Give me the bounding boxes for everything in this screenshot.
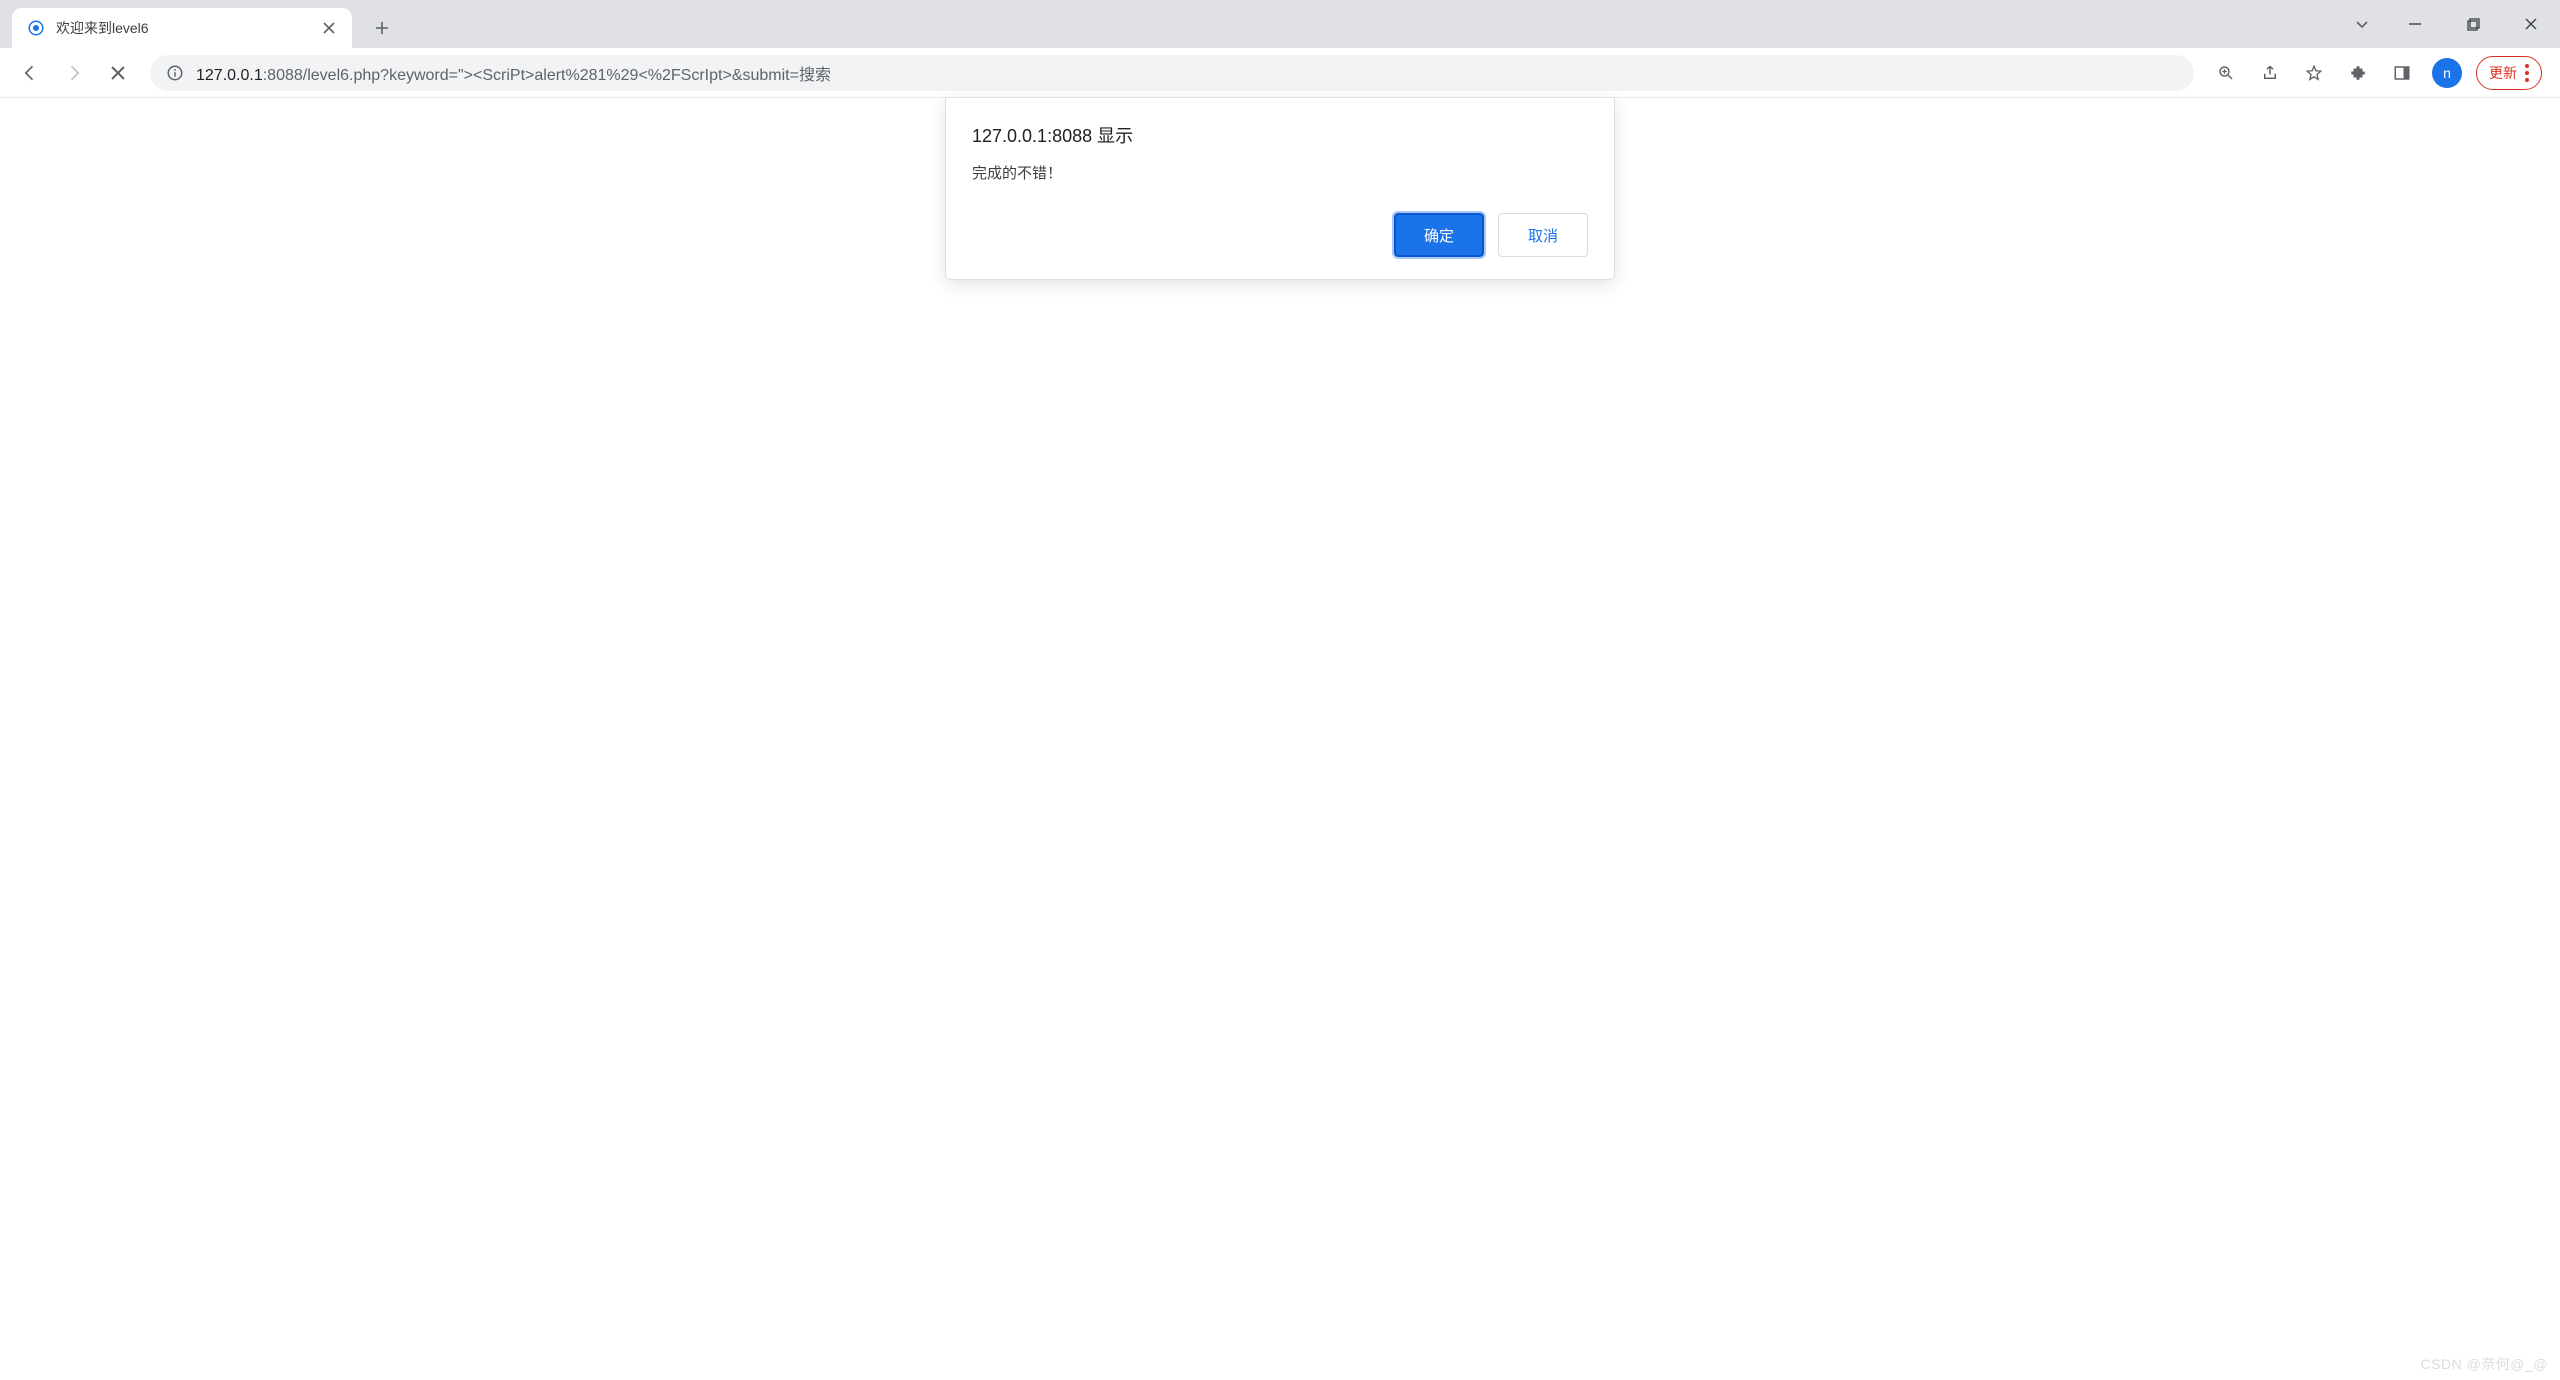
dialog-message: 完成的不错！: [972, 162, 1588, 183]
zoom-icon[interactable]: [2206, 53, 2246, 93]
profile-avatar[interactable]: n: [2432, 58, 2462, 88]
url-path: :8088/level6.php?keyword="><ScriPt>alert…: [263, 67, 831, 84]
close-window-button[interactable]: [2502, 4, 2560, 44]
tab-search-icon[interactable]: [2338, 4, 2386, 44]
titlebar: 欢迎来到level6: [0, 0, 2560, 48]
minimize-button[interactable]: [2386, 4, 2444, 44]
url-host: 127.0.0.1: [196, 67, 263, 84]
ok-button[interactable]: 确定: [1394, 213, 1484, 257]
site-info-icon[interactable]: [166, 64, 184, 82]
menu-dots-icon: [2525, 64, 2529, 82]
update-label: 更新: [2489, 63, 2517, 83]
cancel-button[interactable]: 取消: [1498, 213, 1588, 257]
side-panel-icon[interactable]: [2382, 53, 2422, 93]
bookmark-icon[interactable]: [2294, 53, 2334, 93]
favicon-icon: [26, 18, 46, 38]
dialog-title: 127.0.0.1:8088 显示: [972, 122, 1588, 148]
url-text: 127.0.0.1:8088/level6.php?keyword="><Scr…: [196, 61, 2178, 85]
share-icon[interactable]: [2250, 53, 2290, 93]
extensions-icon[interactable]: [2338, 53, 2378, 93]
page-content: 127.0.0.1:8088 显示 完成的不错！ 确定 取消 CSDN @奈何@…: [0, 98, 2560, 1380]
close-tab-icon[interactable]: [320, 19, 338, 37]
stop-reload-button[interactable]: [98, 53, 138, 93]
window-controls: [2338, 0, 2560, 48]
address-bar[interactable]: 127.0.0.1:8088/level6.php?keyword="><Scr…: [150, 55, 2194, 91]
watermark: CSDN @奈何@_@: [2421, 1354, 2548, 1374]
back-button[interactable]: [10, 53, 50, 93]
dialog-buttons: 确定 取消: [972, 213, 1588, 257]
new-tab-button[interactable]: [366, 12, 398, 44]
tab-title: 欢迎来到level6: [56, 18, 310, 38]
toolbar-right: n 更新: [2206, 53, 2550, 93]
maximize-button[interactable]: [2444, 4, 2502, 44]
update-button[interactable]: 更新: [2476, 56, 2542, 90]
forward-button[interactable]: [54, 53, 94, 93]
javascript-dialog: 127.0.0.1:8088 显示 完成的不错！ 确定 取消: [945, 98, 1615, 280]
browser-tab[interactable]: 欢迎来到level6: [12, 8, 352, 48]
avatar-initial: n: [2443, 65, 2451, 81]
toolbar: 127.0.0.1:8088/level6.php?keyword="><Scr…: [0, 48, 2560, 98]
